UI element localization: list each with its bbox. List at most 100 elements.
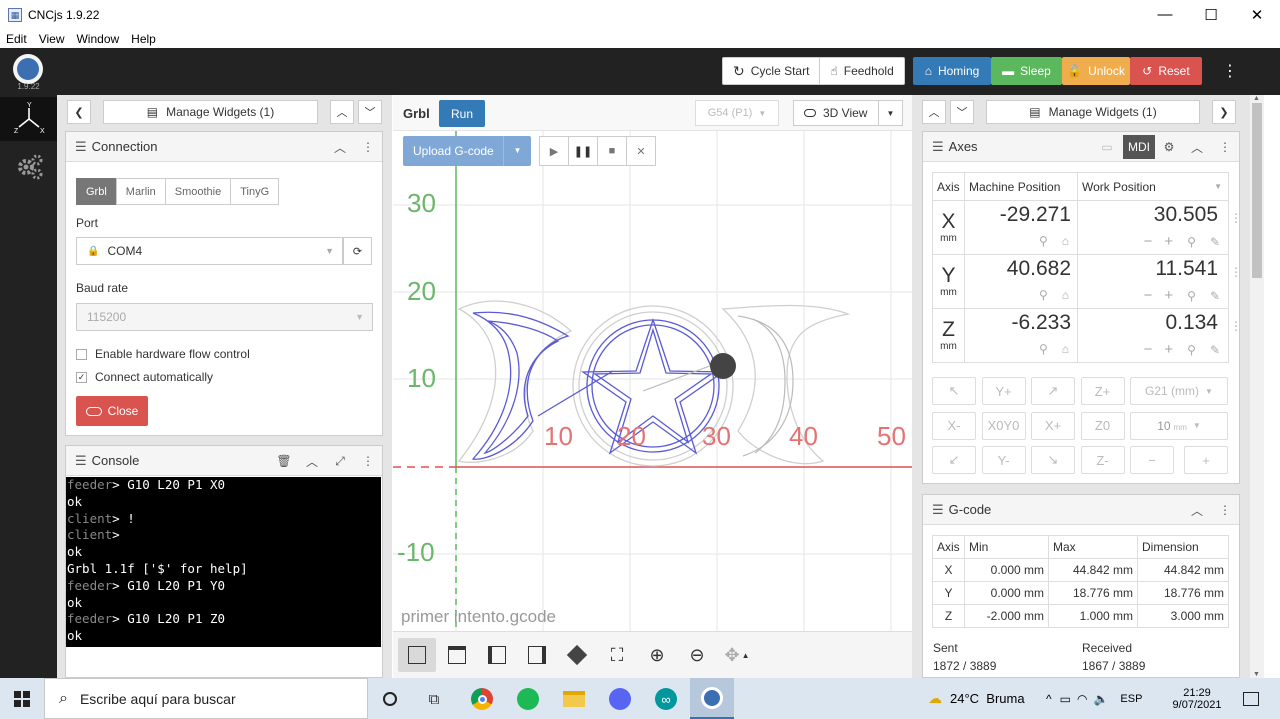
gcode-visualizer[interactable]: 10 20 30 40 50 30 20 10 -10 Upload G-cod… [393,131,912,631]
notification-icon[interactable] [1238,686,1264,712]
close-connection-button[interactable]: Close [76,396,148,426]
tab-smoothie[interactable]: Smoothie [164,178,232,205]
view-3d-cube-button[interactable] [398,638,436,672]
go-to-zero-icon[interactable]: ⚲ [1039,234,1048,248]
jog-y-minus-button[interactable]: Y- [981,446,1026,474]
expand-all-left-button[interactable]: ﹀ [358,100,382,124]
run-button[interactable]: Run [439,100,485,127]
pause-button[interactable]: ❚❚ [568,136,598,166]
menu-window[interactable]: Window [70,32,125,46]
jog-x-plus-y-minus-button[interactable]: ↘ [1031,446,1075,474]
collapse-left-button[interactable]: ❮ [67,100,91,124]
step-select[interactable]: 10 mm ▼ [1130,411,1228,440]
home-icon[interactable]: ⌂ [1062,342,1069,356]
tab-marlin[interactable]: Marlin [115,178,166,205]
axis-minus-button[interactable]: − [1144,287,1153,304]
scroll-up-icon[interactable]: ▲ [1253,95,1260,102]
sleep-button[interactable]: ▬ Sleep [991,57,1062,85]
go-to-zero-icon[interactable]: ⚲ [1039,288,1048,302]
manage-widgets-left-button[interactable]: ▤ Manage Widgets (1) [103,100,318,124]
port-select[interactable]: 🔒 COM4 ▼ [76,237,343,265]
connection-menu-icon[interactable]: ⋮ [356,135,380,159]
axes-menu-icon[interactable]: ⋮ [1213,135,1237,159]
cycle-start-button[interactable]: ↻ Cycle Start [722,57,821,85]
jog-y-plus-button[interactable]: Y+ [981,377,1026,405]
edit-icon[interactable]: ✎ [1210,289,1220,303]
fit-view-button[interactable]: ⛶ [598,638,636,672]
feedhold-button[interactable]: ☝ Feedhold [820,57,905,85]
gcode-menu-icon[interactable]: ⋮ [1213,498,1237,522]
collapse-axes-button[interactable]: ︿ [1185,135,1209,159]
menu-edit[interactable]: Edit [0,32,33,46]
wcs-select[interactable]: G54 (P1) ▼ [695,100,779,126]
nav-settings[interactable] [0,144,57,188]
hamburger-icon[interactable]: ☰ [932,502,944,518]
home-icon[interactable]: ⌂ [1062,234,1069,248]
axis-plus-button[interactable]: + [1164,287,1173,304]
task-view-icon[interactable]: ⧉ [421,686,447,712]
expand-icon[interactable]: ⤢ [328,449,352,473]
view-right-button[interactable] [518,638,556,672]
hw-flow-control-checkbox[interactable]: Enable hardware flow control [76,347,250,361]
set-zero-icon[interactable]: ⚲ [1187,343,1196,357]
manage-widgets-right-button[interactable]: ▤ Manage Widgets (1) [986,100,1200,124]
mdi-button[interactable]: MDI [1123,135,1155,159]
jog-z-zero-button[interactable]: Z0 [1080,411,1125,440]
go-to-zero-icon[interactable]: ⚲ [1039,342,1048,356]
units-select[interactable]: G21 (mm) ▼ [1130,377,1228,405]
zoom-in-button[interactable]: ⊕ [638,638,676,672]
collapse-all-right-button[interactable]: ︿ [922,100,946,124]
chevron-up-icon[interactable]: ^ [1046,692,1052,706]
view-front-button[interactable] [478,638,516,672]
hamburger-icon[interactable]: ☰ [75,139,87,155]
scrollbar-thumb[interactable] [1252,103,1262,278]
console-output[interactable]: feeder> G10 L20 P1 X0 ok client> ! client> o… [66,477,381,647]
view-isometric-button[interactable] [558,638,596,672]
set-zero-icon[interactable]: ⚲ [1187,235,1196,249]
hamburger-icon[interactable]: ☰ [932,139,944,155]
expand-all-right-button[interactable]: ﹀ [950,100,974,124]
page-scrollbar[interactable]: ▲ ▼ [1250,95,1264,678]
collapse-connection-button[interactable]: ︿ [328,135,352,159]
taskbar-search[interactable]: ⌕ Escribe aquí para buscar [44,678,368,719]
gear-icon[interactable]: ⚙ [1157,135,1181,159]
axis-plus-button[interactable]: + [1164,233,1173,250]
language-indicator[interactable]: ESP [1120,693,1142,705]
view-3d-button[interactable]: 3D View ▼ [793,100,903,126]
chrome-icon[interactable] [469,686,495,712]
more-menu-icon[interactable]: ⋮ [1220,57,1240,85]
collapse-console-button[interactable]: ︿ [300,449,324,473]
minimize-button[interactable]: — [1142,0,1188,29]
jog-x-minus-y-minus-button[interactable]: ↙ [932,446,976,474]
edit-icon[interactable]: ✎ [1210,235,1220,249]
collapse-right-button[interactable]: ❯ [1212,100,1236,124]
unlock-button[interactable]: 🔓 Unlock [1062,57,1130,85]
clock[interactable]: 21:29 9/07/2021 [1169,678,1225,719]
menu-help[interactable]: Help [125,32,162,46]
spotify-icon[interactable] [515,686,541,712]
axis-menu-icon[interactable]: ⋮ [1230,319,1242,333]
trash-icon[interactable]: 🗑 [272,449,296,473]
arduino-icon[interactable]: ∞ [653,686,679,712]
stop-button[interactable]: ■ [597,136,627,166]
cncjs-taskbar-icon[interactable] [690,678,734,719]
zoom-out-button[interactable]: ⊖ [678,638,716,672]
console-menu-icon[interactable]: ⋮ [356,449,380,473]
jog-x-plus-y-plus-button[interactable]: ↗ [1031,377,1075,405]
axis-minus-button[interactable]: − [1144,233,1153,250]
visualizer-canvas[interactable] [393,131,912,631]
volume-icon[interactable]: 🔈 [1093,692,1108,706]
axis-minus-button[interactable]: − [1144,341,1153,358]
axis-plus-button[interactable]: + [1164,341,1173,358]
keypad-icon[interactable]: ▭ [1095,135,1119,159]
collapse-all-left-button[interactable]: ︿ [330,100,354,124]
maximize-button[interactable]: ☐ [1188,0,1234,29]
jog-x-minus-y-plus-button[interactable]: ↖ [932,377,976,405]
battery-icon[interactable]: ▭ [1060,692,1071,706]
edit-icon[interactable]: ✎ [1210,343,1220,357]
refresh-ports-button[interactable]: ⟳ [343,237,372,265]
scroll-down-icon[interactable]: ▼ [1253,671,1260,678]
nav-workspace[interactable]: Y Z X [0,97,57,141]
weather-widget[interactable]: ☁ 24°C Bruma [928,678,1025,719]
discord-icon[interactable] [607,686,633,712]
